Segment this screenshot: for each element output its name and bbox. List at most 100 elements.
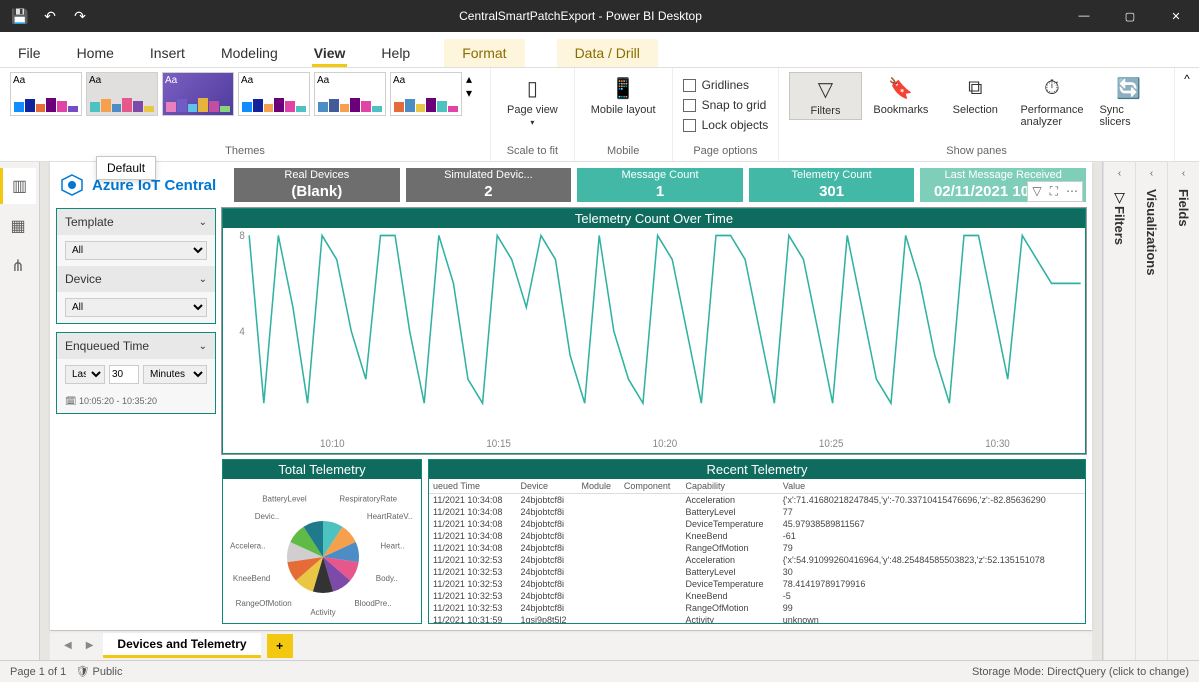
scale-to-fit-label: Scale to fit <box>501 143 564 157</box>
mobile-group-label: Mobile <box>585 143 662 157</box>
close-button[interactable]: ✕ <box>1153 0 1199 32</box>
visual-filter-icon[interactable]: ▽ <box>1030 184 1043 199</box>
gridlines-checkbox[interactable]: Gridlines <box>683 76 749 94</box>
table-visual[interactable]: Recent Telemetry ueued TimeDeviceModuleC… <box>428 459 1086 624</box>
mobile-layout-button[interactable]: 📱Mobile layout <box>585 72 662 118</box>
svg-text:Devic..: Devic.. <box>255 512 279 521</box>
visual-focus-icon[interactable]: ⛶ <box>1048 184 1060 199</box>
redo-icon[interactable]: ↷ <box>66 2 94 30</box>
theme-gallery-more[interactable]: ▴▾ <box>466 72 480 100</box>
svg-text:BloodPre..: BloodPre.. <box>354 599 391 608</box>
view-switcher: ▥ ▦ ⋔ <box>0 162 40 660</box>
tab-home[interactable]: Home <box>75 39 116 67</box>
theme-tooltip: Default <box>96 156 156 180</box>
tab-help[interactable]: Help <box>379 39 412 67</box>
svg-text:Accelera..: Accelera.. <box>230 542 266 551</box>
report-canvas[interactable]: Azure IoT Central Real Devices(Blank) Si… <box>50 162 1092 630</box>
report-view-icon[interactable]: ▥ <box>0 168 36 204</box>
fields-pane[interactable]: ‹Fields <box>1167 162 1199 660</box>
data-view-icon[interactable]: ▦ <box>0 208 36 244</box>
table-row[interactable]: 11/2021 10:34:0824bjobtcf8iAcceleration{… <box>429 494 1085 507</box>
card-real-devices[interactable]: Real Devices(Blank) <box>234 168 400 202</box>
tab-data-drill[interactable]: Data / Drill <box>557 39 658 67</box>
page-options-label: Page options <box>683 143 769 157</box>
theme-swatch[interactable]: Aa <box>314 72 386 116</box>
device-select[interactable]: All <box>65 298 207 317</box>
bookmarks-pane-button[interactable]: 🔖Bookmarks <box>866 72 936 118</box>
theme-swatch[interactable]: Aa <box>162 72 234 116</box>
chevron-down-icon[interactable]: ⌄ <box>199 217 207 228</box>
relative-number-input[interactable] <box>109 365 139 384</box>
minimize-button[interactable]: — <box>1061 0 1107 32</box>
relative-last-select[interactable]: Last <box>65 365 105 384</box>
selection-pane-button[interactable]: ⧉Selection <box>940 72 1010 118</box>
visual-more-icon[interactable]: ⋯ <box>1064 184 1080 199</box>
card-simulated-devices[interactable]: Simulated Devic...2 <box>406 168 572 202</box>
svg-text:HeartRateV..: HeartRateV.. <box>367 512 413 521</box>
maximize-button[interactable]: ▢ <box>1107 0 1153 32</box>
table-title: Recent Telemetry <box>429 460 1085 479</box>
svg-text:KneeBend: KneeBend <box>233 574 270 583</box>
mobile-icon: 📱 <box>609 74 637 102</box>
sensitivity-label[interactable]: Public <box>92 666 122 678</box>
pie-chart-svg: RespiratoryRateHeartRateV..Heart..Body..… <box>223 479 423 624</box>
slicer-enqueued-time[interactable]: Enqueued Time⌄ Last Minutes 🗓 10:05:20 -… <box>56 332 216 414</box>
save-icon[interactable]: 💾 <box>6 2 34 30</box>
theme-swatch[interactable]: Aa <box>86 72 158 116</box>
table-row[interactable]: 11/2021 10:31:591qsi9p8t5l2Activityunkno… <box>429 614 1085 624</box>
sync-slicers-button[interactable]: 🔄Sync slicers <box>1093 72 1163 130</box>
tab-file[interactable]: File <box>16 39 43 67</box>
page-view-icon: ▯ <box>518 74 546 102</box>
visualizations-pane[interactable]: ‹Visualizations <box>1135 162 1167 660</box>
add-sheet-button[interactable]: + <box>267 634 293 658</box>
status-bar: Page 1 of 1 🛡 Public Storage Mode: Direc… <box>0 660 1199 682</box>
line-chart-visual[interactable]: ▽ ⛶ ⋯ Telemetry Count Over Time 4810:101… <box>222 208 1086 454</box>
sheet-nav-next[interactable]: ▶ <box>82 640 98 651</box>
chevron-down-icon[interactable]: ⌄ <box>199 274 207 285</box>
themes-group-label: Themes <box>10 143 480 157</box>
ribbon-collapse-button[interactable]: ^ <box>1175 68 1199 161</box>
table-row[interactable]: 11/2021 10:32:5324bjobtcf8iDeviceTempera… <box>429 578 1085 590</box>
table-row[interactable]: 11/2021 10:34:0824bjobtcf8iBatteryLevel7… <box>429 506 1085 518</box>
snap-to-grid-checkbox[interactable]: Snap to grid <box>683 96 767 114</box>
chevron-left-icon: ‹ <box>1150 168 1153 179</box>
table-row[interactable]: 11/2021 10:32:5324bjobtcf8iBatteryLevel3… <box>429 566 1085 578</box>
table-row[interactable]: 11/2021 10:32:5324bjobtcf8iAcceleration{… <box>429 554 1085 566</box>
svg-text:Activity: Activity <box>310 608 335 617</box>
svg-text:10:15: 10:15 <box>486 437 511 450</box>
sheet-tab[interactable]: Devices and Telemetry <box>103 633 260 658</box>
svg-text:10:10: 10:10 <box>320 437 345 450</box>
chevron-down-icon[interactable]: ⌄ <box>199 341 207 352</box>
theme-swatch[interactable]: Aa <box>10 72 82 116</box>
lock-objects-checkbox[interactable]: Lock objects <box>683 116 769 134</box>
relative-unit-select[interactable]: Minutes <box>143 365 207 384</box>
card-message-count[interactable]: Message Count1 <box>577 168 743 202</box>
storage-mode[interactable]: Storage Mode: DirectQuery (click to chan… <box>972 666 1189 678</box>
performance-analyzer-button[interactable]: ⏱Performance analyzer <box>1014 72 1089 130</box>
filters-pane-button[interactable]: ▽Filters <box>789 72 861 120</box>
tab-insert[interactable]: Insert <box>148 39 187 67</box>
menu-bar: File Home Insert Modeling View Help Form… <box>0 32 1199 68</box>
pie-chart-visual[interactable]: Total Telemetry RespiratoryRateHeartRate… <box>222 459 422 624</box>
sheet-nav-prev[interactable]: ◀ <box>60 640 76 651</box>
slicer-template-device[interactable]: Template⌄ All Device⌄ All <box>56 208 216 324</box>
table-row[interactable]: 11/2021 10:34:0824bjobtcf8iDeviceTempera… <box>429 518 1085 530</box>
theme-swatch[interactable]: Aa <box>390 72 462 116</box>
card-telemetry-count[interactable]: Telemetry Count301 <box>749 168 915 202</box>
tab-view[interactable]: View <box>312 39 348 67</box>
tab-format[interactable]: Format <box>444 39 524 67</box>
template-select[interactable]: All <box>65 241 207 260</box>
page-view-button[interactable]: ▯Page view▾ <box>501 72 564 129</box>
tab-modeling[interactable]: Modeling <box>219 39 280 67</box>
undo-icon[interactable]: ↶ <box>36 2 64 30</box>
filters-pane[interactable]: ‹▽Filters <box>1103 162 1135 660</box>
svg-text:10:25: 10:25 <box>819 437 844 450</box>
theme-swatch[interactable]: Aa <box>238 72 310 116</box>
azure-iot-icon <box>60 173 84 197</box>
table-row[interactable]: 11/2021 10:34:0824bjobtcf8iRangeOfMotion… <box>429 542 1085 554</box>
table-row[interactable]: 11/2021 10:32:5324bjobtcf8iKneeBend-5 <box>429 590 1085 602</box>
svg-text:BatteryLevel: BatteryLevel <box>262 494 307 503</box>
model-view-icon[interactable]: ⋔ <box>0 248 36 284</box>
table-row[interactable]: 11/2021 10:32:5324bjobtcf8iRangeOfMotion… <box>429 602 1085 614</box>
table-row[interactable]: 11/2021 10:34:0824bjobtcf8iKneeBend-61 <box>429 530 1085 542</box>
